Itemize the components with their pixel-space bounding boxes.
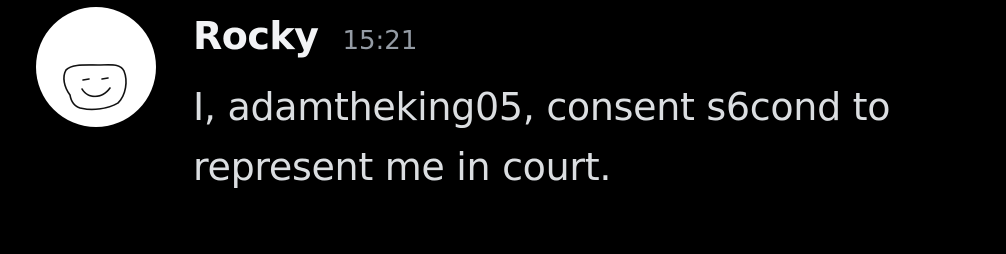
timestamp[interactable]: 15:21 xyxy=(342,26,417,56)
message-content: I, adamtheking05, consent s6cond to repr… xyxy=(193,85,891,189)
chat-message: Rocky 15:21 I, adamtheking05, consent s6… xyxy=(0,0,1006,254)
avatar[interactable] xyxy=(36,7,156,127)
message-header: Rocky 15:21 xyxy=(193,14,417,64)
username[interactable]: Rocky xyxy=(193,14,319,58)
smiley-sketch-icon xyxy=(63,63,127,111)
